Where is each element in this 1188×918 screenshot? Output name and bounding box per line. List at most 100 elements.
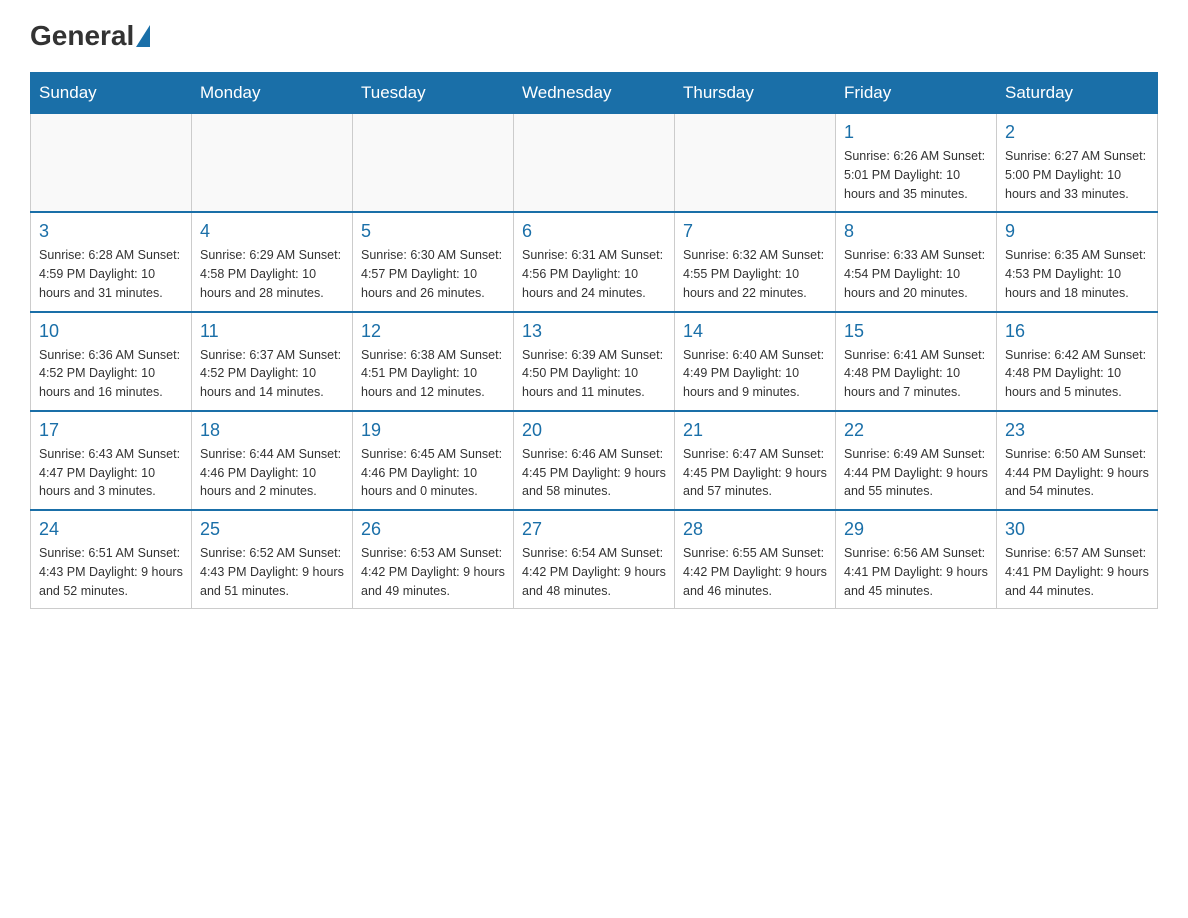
- day-number: 13: [522, 321, 666, 342]
- day-info: Sunrise: 6:49 AM Sunset: 4:44 PM Dayligh…: [844, 445, 988, 501]
- calendar-cell: 17 Sunrise: 6:43 AM Sunset: 4:47 PM Dayli…: [31, 411, 192, 510]
- calendar-week-1: 1 Sunrise: 6:26 AM Sunset: 5:01 PM Daylig…: [31, 114, 1158, 213]
- calendar-week-4: 17 Sunrise: 6:43 AM Sunset: 4:47 PM Dayli…: [31, 411, 1158, 510]
- calendar-cell: 24 Sunrise: 6:51 AM Sunset: 4:43 PM Dayli…: [31, 510, 192, 609]
- day-info: Sunrise: 6:33 AM Sunset: 4:54 PM Dayligh…: [844, 246, 988, 302]
- day-info: Sunrise: 6:51 AM Sunset: 4:43 PM Dayligh…: [39, 544, 183, 600]
- calendar-cell: [31, 114, 192, 213]
- day-number: 29: [844, 519, 988, 540]
- day-number: 18: [200, 420, 344, 441]
- calendar-cell: 7Sunrise: 6:32 AM Sunset: 4:55 PM Daylig…: [675, 212, 836, 311]
- calendar-header-row: SundayMondayTuesdayWednesdayThursdayFrid…: [31, 73, 1158, 114]
- weekday-header-wednesday: Wednesday: [514, 73, 675, 114]
- weekday-header-tuesday: Tuesday: [353, 73, 514, 114]
- calendar-cell: 8 Sunrise: 6:33 AM Sunset: 4:54 PM Daylig…: [836, 212, 997, 311]
- day-number: 19: [361, 420, 505, 441]
- day-number: 6: [522, 221, 666, 242]
- weekday-header-monday: Monday: [192, 73, 353, 114]
- day-info: Sunrise: 6:37 AM Sunset: 4:52 PM Dayligh…: [200, 346, 344, 402]
- day-info: Sunrise: 6:44 AM Sunset: 4:46 PM Dayligh…: [200, 445, 344, 501]
- day-info: Sunrise: 6:40 AM Sunset: 4:49 PM Dayligh…: [683, 346, 827, 402]
- calendar-cell: [675, 114, 836, 213]
- calendar-cell: 27Sunrise: 6:54 AM Sunset: 4:42 PM Dayli…: [514, 510, 675, 609]
- day-number: 14: [683, 321, 827, 342]
- calendar-cell: 28 Sunrise: 6:55 AM Sunset: 4:42 PM Dayli…: [675, 510, 836, 609]
- calendar-cell: 22 Sunrise: 6:49 AM Sunset: 4:44 PM Dayli…: [836, 411, 997, 510]
- day-number: 2: [1005, 122, 1149, 143]
- day-number: 4: [200, 221, 344, 242]
- day-number: 17: [39, 420, 183, 441]
- day-number: 23: [1005, 420, 1149, 441]
- calendar-table: SundayMondayTuesdayWednesdayThursdayFrid…: [30, 72, 1158, 609]
- weekday-header-saturday: Saturday: [997, 73, 1158, 114]
- day-number: 8: [844, 221, 988, 242]
- calendar-cell: 15 Sunrise: 6:41 AM Sunset: 4:48 PM Dayli…: [836, 312, 997, 411]
- page-header: General: [30, 20, 1158, 52]
- day-number: 21: [683, 420, 827, 441]
- day-number: 30: [1005, 519, 1149, 540]
- day-info: Sunrise: 6:39 AM Sunset: 4:50 PM Dayligh…: [522, 346, 666, 402]
- day-info: Sunrise: 6:45 AM Sunset: 4:46 PM Dayligh…: [361, 445, 505, 501]
- day-number: 11: [200, 321, 344, 342]
- calendar-cell: 16 Sunrise: 6:42 AM Sunset: 4:48 PM Dayli…: [997, 312, 1158, 411]
- day-info: Sunrise: 6:27 AM Sunset: 5:00 PM Dayligh…: [1005, 147, 1149, 203]
- day-number: 27: [522, 519, 666, 540]
- day-info: Sunrise: 6:38 AM Sunset: 4:51 PM Dayligh…: [361, 346, 505, 402]
- calendar-cell: 6Sunrise: 6:31 AM Sunset: 4:56 PM Daylig…: [514, 212, 675, 311]
- calendar-cell: 30 Sunrise: 6:57 AM Sunset: 4:41 PM Dayli…: [997, 510, 1158, 609]
- day-info: Sunrise: 6:46 AM Sunset: 4:45 PM Dayligh…: [522, 445, 666, 501]
- weekday-header-thursday: Thursday: [675, 73, 836, 114]
- day-number: 25: [200, 519, 344, 540]
- calendar-cell: 19 Sunrise: 6:45 AM Sunset: 4:46 PM Dayli…: [353, 411, 514, 510]
- day-number: 12: [361, 321, 505, 342]
- day-info: Sunrise: 6:42 AM Sunset: 4:48 PM Dayligh…: [1005, 346, 1149, 402]
- day-number: 16: [1005, 321, 1149, 342]
- calendar-cell: 5 Sunrise: 6:30 AM Sunset: 4:57 PM Daylig…: [353, 212, 514, 311]
- day-info: Sunrise: 6:53 AM Sunset: 4:42 PM Dayligh…: [361, 544, 505, 600]
- day-info: Sunrise: 6:36 AM Sunset: 4:52 PM Dayligh…: [39, 346, 183, 402]
- day-number: 26: [361, 519, 505, 540]
- day-info: Sunrise: 6:32 AM Sunset: 4:55 PM Dayligh…: [683, 246, 827, 302]
- logo-triangle-icon: [136, 25, 150, 47]
- calendar-cell: [192, 114, 353, 213]
- calendar-cell: 14 Sunrise: 6:40 AM Sunset: 4:49 PM Dayli…: [675, 312, 836, 411]
- calendar-cell: 2 Sunrise: 6:27 AM Sunset: 5:00 PM Daylig…: [997, 114, 1158, 213]
- calendar-cell: 25Sunrise: 6:52 AM Sunset: 4:43 PM Dayli…: [192, 510, 353, 609]
- day-number: 15: [844, 321, 988, 342]
- day-number: 1: [844, 122, 988, 143]
- day-info: Sunrise: 6:47 AM Sunset: 4:45 PM Dayligh…: [683, 445, 827, 501]
- calendar-cell: 10 Sunrise: 6:36 AM Sunset: 4:52 PM Dayli…: [31, 312, 192, 411]
- day-info: Sunrise: 6:30 AM Sunset: 4:57 PM Dayligh…: [361, 246, 505, 302]
- day-info: Sunrise: 6:55 AM Sunset: 4:42 PM Dayligh…: [683, 544, 827, 600]
- calendar-cell: 4Sunrise: 6:29 AM Sunset: 4:58 PM Daylig…: [192, 212, 353, 311]
- day-info: Sunrise: 6:41 AM Sunset: 4:48 PM Dayligh…: [844, 346, 988, 402]
- calendar-cell: 11 Sunrise: 6:37 AM Sunset: 4:52 PM Dayli…: [192, 312, 353, 411]
- day-info: Sunrise: 6:57 AM Sunset: 4:41 PM Dayligh…: [1005, 544, 1149, 600]
- day-number: 3: [39, 221, 183, 242]
- calendar-cell: 29 Sunrise: 6:56 AM Sunset: 4:41 PM Dayli…: [836, 510, 997, 609]
- day-number: 5: [361, 221, 505, 242]
- day-info: Sunrise: 6:56 AM Sunset: 4:41 PM Dayligh…: [844, 544, 988, 600]
- calendar-cell: 18 Sunrise: 6:44 AM Sunset: 4:46 PM Dayli…: [192, 411, 353, 510]
- weekday-header-friday: Friday: [836, 73, 997, 114]
- calendar-cell: 12 Sunrise: 6:38 AM Sunset: 4:51 PM Dayli…: [353, 312, 514, 411]
- day-number: 9: [1005, 221, 1149, 242]
- day-info: Sunrise: 6:50 AM Sunset: 4:44 PM Dayligh…: [1005, 445, 1149, 501]
- calendar-cell: 3 Sunrise: 6:28 AM Sunset: 4:59 PM Daylig…: [31, 212, 192, 311]
- calendar-cell: [514, 114, 675, 213]
- day-info: Sunrise: 6:28 AM Sunset: 4:59 PM Dayligh…: [39, 246, 183, 302]
- day-info: Sunrise: 6:26 AM Sunset: 5:01 PM Dayligh…: [844, 147, 988, 203]
- logo: General: [30, 20, 152, 52]
- day-info: Sunrise: 6:43 AM Sunset: 4:47 PM Dayligh…: [39, 445, 183, 501]
- calendar-cell: 21 Sunrise: 6:47 AM Sunset: 4:45 PM Dayli…: [675, 411, 836, 510]
- calendar-cell: 9 Sunrise: 6:35 AM Sunset: 4:53 PM Daylig…: [997, 212, 1158, 311]
- day-number: 24: [39, 519, 183, 540]
- day-number: 22: [844, 420, 988, 441]
- calendar-week-3: 10 Sunrise: 6:36 AM Sunset: 4:52 PM Dayli…: [31, 312, 1158, 411]
- logo-general-text: General: [30, 20, 134, 52]
- day-number: 10: [39, 321, 183, 342]
- calendar-cell: [353, 114, 514, 213]
- weekday-header-sunday: Sunday: [31, 73, 192, 114]
- day-number: 28: [683, 519, 827, 540]
- day-info: Sunrise: 6:35 AM Sunset: 4:53 PM Dayligh…: [1005, 246, 1149, 302]
